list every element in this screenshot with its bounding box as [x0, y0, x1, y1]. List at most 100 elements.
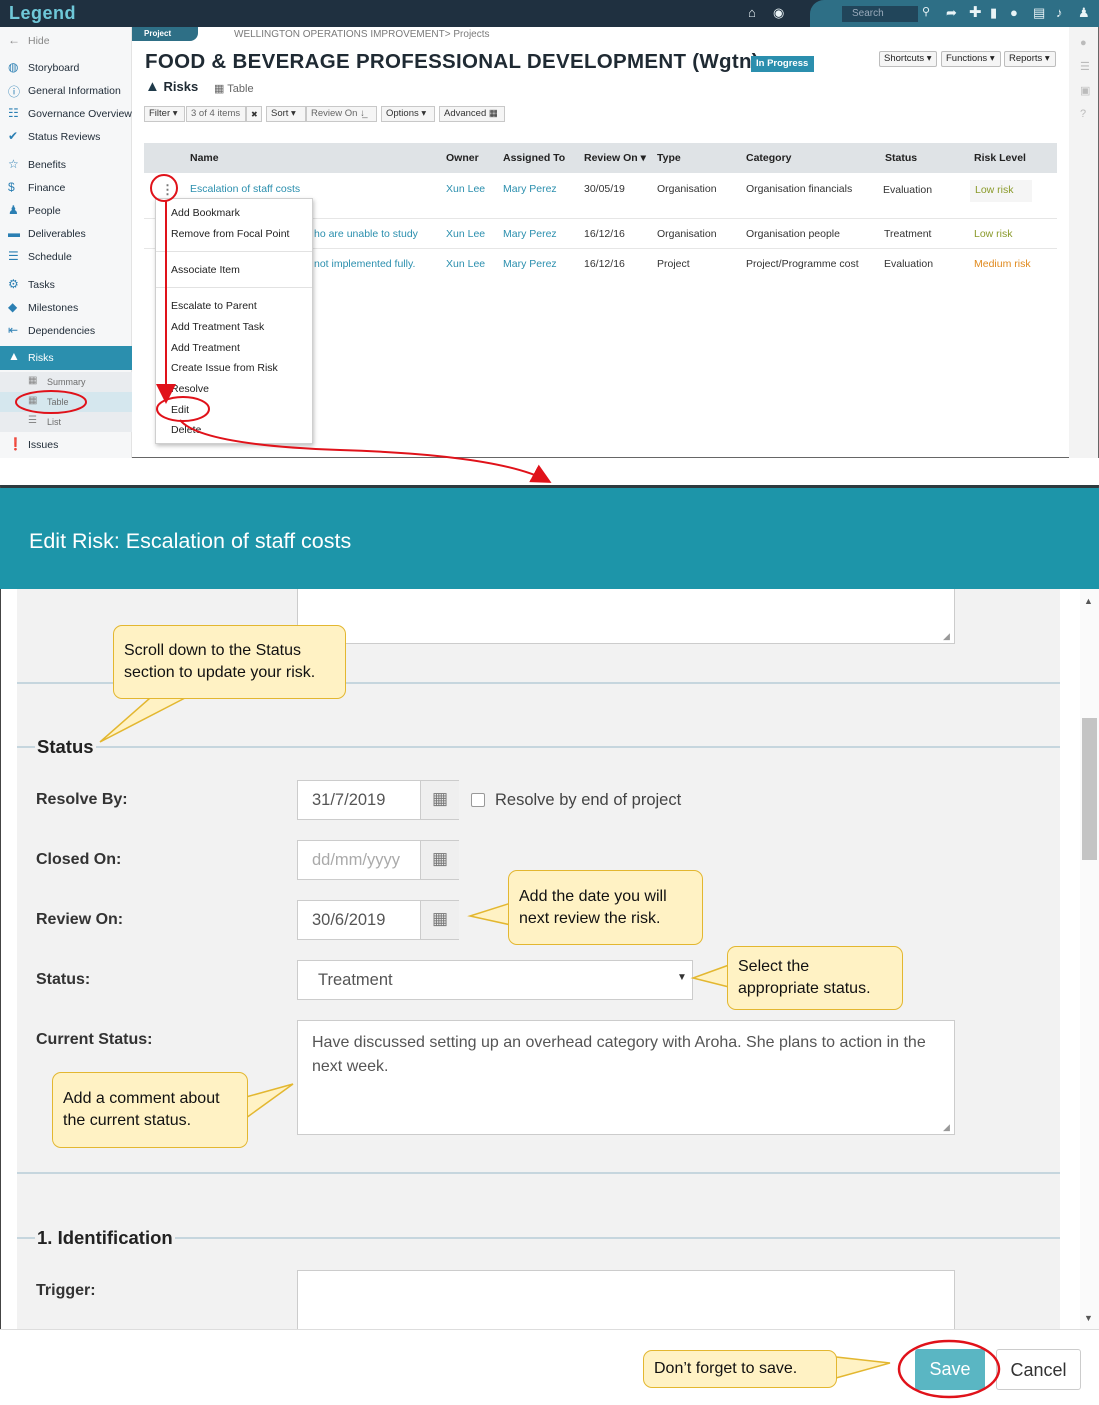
section-heading: ▲ Risks: [145, 78, 199, 95]
search-input[interactable]: Search: [842, 6, 918, 22]
assigned-link[interactable]: Mary Perez: [503, 183, 557, 195]
column-header-status[interactable]: Status: [885, 152, 917, 164]
menu-item-create-issue[interactable]: Create Issue from Risk: [171, 362, 278, 374]
lock-icon[interactable]: ▣: [1080, 84, 1090, 97]
app-logo[interactable]: Legend: [9, 3, 76, 24]
status-label: Status:: [36, 971, 91, 988]
filter-button[interactable]: Filter ▾: [144, 106, 185, 122]
risk-category: Project/Programme cost: [746, 258, 859, 270]
help-icon[interactable]: ?: [1080, 108, 1086, 120]
sidebar-item-schedule[interactable]: ☰ Schedule: [0, 246, 132, 268]
owner-link[interactable]: Xun Lee: [446, 183, 485, 195]
previous-textarea[interactable]: [297, 589, 955, 644]
calendar-icon[interactable]: ▦: [420, 901, 459, 939]
project-tag: Project: [132, 27, 198, 41]
sidebar-item-deliverables[interactable]: ▬ Deliverables: [0, 223, 132, 245]
advanced-button[interactable]: Advanced ▦: [439, 106, 505, 122]
risk-name-link[interactable]: ho are unable to study: [314, 228, 418, 240]
column-header-assigned-to[interactable]: Assigned To: [503, 152, 565, 164]
resolve-by-input[interactable]: 31/7/2019 ▦: [297, 780, 459, 820]
scrollbar[interactable]: [1080, 589, 1099, 1329]
menu-item-add-treatment-task[interactable]: Add Treatment Task: [171, 321, 264, 333]
calendar-icon[interactable]: ▦: [420, 781, 459, 819]
sidebar-item-governance-overview[interactable]: ☷ Governance Overview: [0, 103, 132, 125]
document-icon[interactable]: ▤: [1033, 5, 1045, 21]
breadcrumb[interactable]: WELLINGTON OPERATIONS IMPROVEMENT> Proje…: [234, 29, 490, 40]
status-select[interactable]: Treatment: [297, 960, 693, 1000]
menu-item-delete[interactable]: Delete: [171, 424, 201, 436]
closed-on-input[interactable]: dd/mm/yyyy ▦: [297, 840, 459, 880]
sidebar-item-dependencies[interactable]: ⇤ Dependencies: [0, 320, 132, 342]
column-header-category[interactable]: Category: [746, 152, 792, 164]
save-button[interactable]: Save: [915, 1349, 985, 1390]
sidebar-item-people[interactable]: ♟ People: [0, 200, 132, 222]
owner-link[interactable]: Xun Lee: [446, 258, 485, 270]
menu-item-escalate[interactable]: Escalate to Parent: [171, 300, 257, 312]
resolve-end-checkbox[interactable]: [471, 793, 485, 807]
filter-count: 3 of 4 items: [186, 106, 246, 122]
options-button[interactable]: Options ▾: [381, 106, 435, 122]
sort-button[interactable]: Sort ▾: [266, 106, 306, 122]
share-icon[interactable]: ➦: [946, 5, 957, 21]
trigger-textarea[interactable]: [297, 1270, 955, 1329]
shortcuts-button[interactable]: Shortcuts ▾: [879, 51, 937, 67]
sidebar-item-risks[interactable]: ▲ Risks: [0, 346, 132, 370]
resolve-by-label: Resolve By:: [36, 791, 128, 808]
calendar-icon[interactable]: ▦: [420, 841, 459, 879]
bell-icon[interactable]: ♪: [1056, 5, 1063, 20]
assigned-link[interactable]: Mary Perez: [503, 258, 557, 270]
cancel-button[interactable]: Cancel: [996, 1349, 1081, 1390]
column-header-review-on[interactable]: Review On ▾: [584, 152, 646, 164]
review-on-input[interactable]: 30/6/2019 ▦: [297, 900, 459, 940]
list-icon[interactable]: ☰: [1080, 60, 1090, 73]
column-header-type[interactable]: Type: [657, 152, 681, 164]
risk-name-link[interactable]: not implemented fully.: [314, 258, 415, 270]
sidebar-item-tasks[interactable]: ⚙ Tasks: [0, 274, 132, 296]
search-icon[interactable]: ⚲: [922, 5, 930, 18]
menu-item-remove-focal-point[interactable]: Remove from Focal Point: [171, 228, 289, 240]
scrollbar-thumb[interactable]: [1082, 718, 1097, 860]
sidebar-hide[interactable]: ← Hide: [0, 30, 132, 52]
assigned-link[interactable]: Mary Perez: [503, 228, 557, 240]
menu-item-resolve[interactable]: Resolve: [171, 383, 209, 395]
risk-status: Evaluation: [883, 184, 933, 196]
sidebar-item-general-information[interactable]: ⓘ General Information: [0, 80, 132, 102]
column-header-risk-level[interactable]: Risk Level: [974, 152, 1026, 164]
warning-icon: ▲: [8, 349, 20, 363]
column-header-name[interactable]: Name: [190, 152, 219, 164]
kebab-menu-icon[interactable]: ⋮: [161, 182, 174, 198]
sidebar-subitem-list[interactable]: ☰ List: [0, 412, 132, 432]
user-icon[interactable]: ♟: [1078, 5, 1090, 21]
column-header-owner[interactable]: Owner: [446, 152, 479, 164]
globe-icon[interactable]: ◉: [773, 5, 784, 21]
sidebar-item-issues[interactable]: ❗ Issues: [0, 434, 132, 456]
sort-field[interactable]: Review On ↓̲: [306, 106, 377, 122]
plus-icon[interactable]: ✚: [969, 3, 982, 21]
menu-item-associate-item[interactable]: Associate Item: [171, 264, 240, 276]
scroll-down-icon[interactable]: ▼: [1084, 1313, 1093, 1323]
truck-icon: ▬: [8, 226, 20, 240]
sidebar-item-finance[interactable]: $ Finance: [0, 177, 132, 199]
home-icon[interactable]: ⌂: [748, 5, 756, 20]
scroll-up-icon[interactable]: ▲: [1084, 596, 1093, 606]
sidebar-item-milestones[interactable]: ◆ Milestones: [0, 297, 132, 319]
sidebar-item-status-reviews[interactable]: ✔ Status Reviews: [0, 126, 132, 148]
functions-button[interactable]: Functions ▾: [941, 51, 1001, 67]
sidebar-item-storyboard[interactable]: ◍ Storyboard: [0, 57, 132, 79]
owner-link[interactable]: Xun Lee: [446, 228, 485, 240]
sidebar-subitem-summary[interactable]: ▦ Summary: [0, 372, 132, 392]
sidebar-subitem-table[interactable]: ▦ Table: [0, 392, 132, 412]
chat-icon[interactable]: ●: [1010, 5, 1018, 20]
reports-button[interactable]: Reports ▾: [1004, 51, 1056, 67]
menu-item-edit[interactable]: Edit: [171, 404, 189, 416]
sidebar-item-benefits[interactable]: ☆ Benefits: [0, 154, 132, 176]
risk-name-link[interactable]: Escalation of staff costs: [190, 183, 300, 195]
comment-icon[interactable]: ●: [1080, 37, 1087, 49]
risk-type: Organisation: [657, 228, 717, 240]
bookmark-icon[interactable]: ▮: [990, 5, 997, 21]
menu-item-add-bookmark[interactable]: Add Bookmark: [171, 207, 240, 219]
clear-filter-button[interactable]: ✖: [246, 106, 262, 122]
current-status-textarea[interactable]: Have discussed setting up an overhead ca…: [297, 1020, 955, 1135]
arrow-left-icon: ←: [8, 33, 20, 47]
menu-item-add-treatment[interactable]: Add Treatment: [171, 342, 240, 354]
